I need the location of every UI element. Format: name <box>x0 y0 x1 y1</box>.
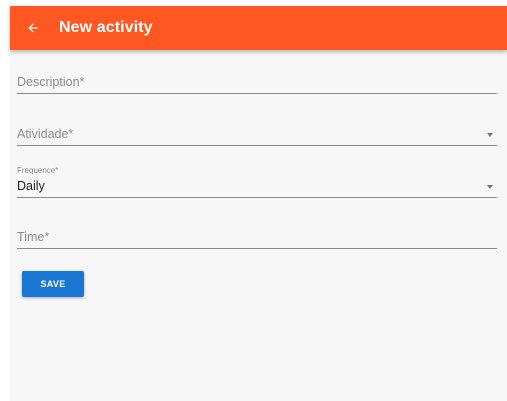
app-bar: New activity <box>10 6 507 50</box>
frequence-select[interactable]: Frequence* Daily <box>17 165 497 198</box>
frequence-label: Frequence* <box>17 166 59 175</box>
caret-down-icon <box>487 185 493 189</box>
caret-down-icon <box>487 133 493 137</box>
save-button[interactable]: SAVE <box>22 271 84 297</box>
activity-form-screen: New activity Description* Atividade* Fre… <box>10 6 507 401</box>
description-field[interactable]: Description* <box>17 73 497 94</box>
atividade-select[interactable]: Atividade* <box>17 125 497 146</box>
description-placeholder: Description* <box>17 75 85 89</box>
atividade-placeholder: Atividade* <box>17 127 74 141</box>
time-field[interactable]: Time* <box>17 228 497 249</box>
frequence-value: Daily <box>17 179 45 193</box>
page-title: New activity <box>59 19 153 36</box>
time-placeholder: Time* <box>17 230 50 244</box>
arrow-left-icon <box>28 23 38 33</box>
back-button[interactable] <box>24 19 42 37</box>
